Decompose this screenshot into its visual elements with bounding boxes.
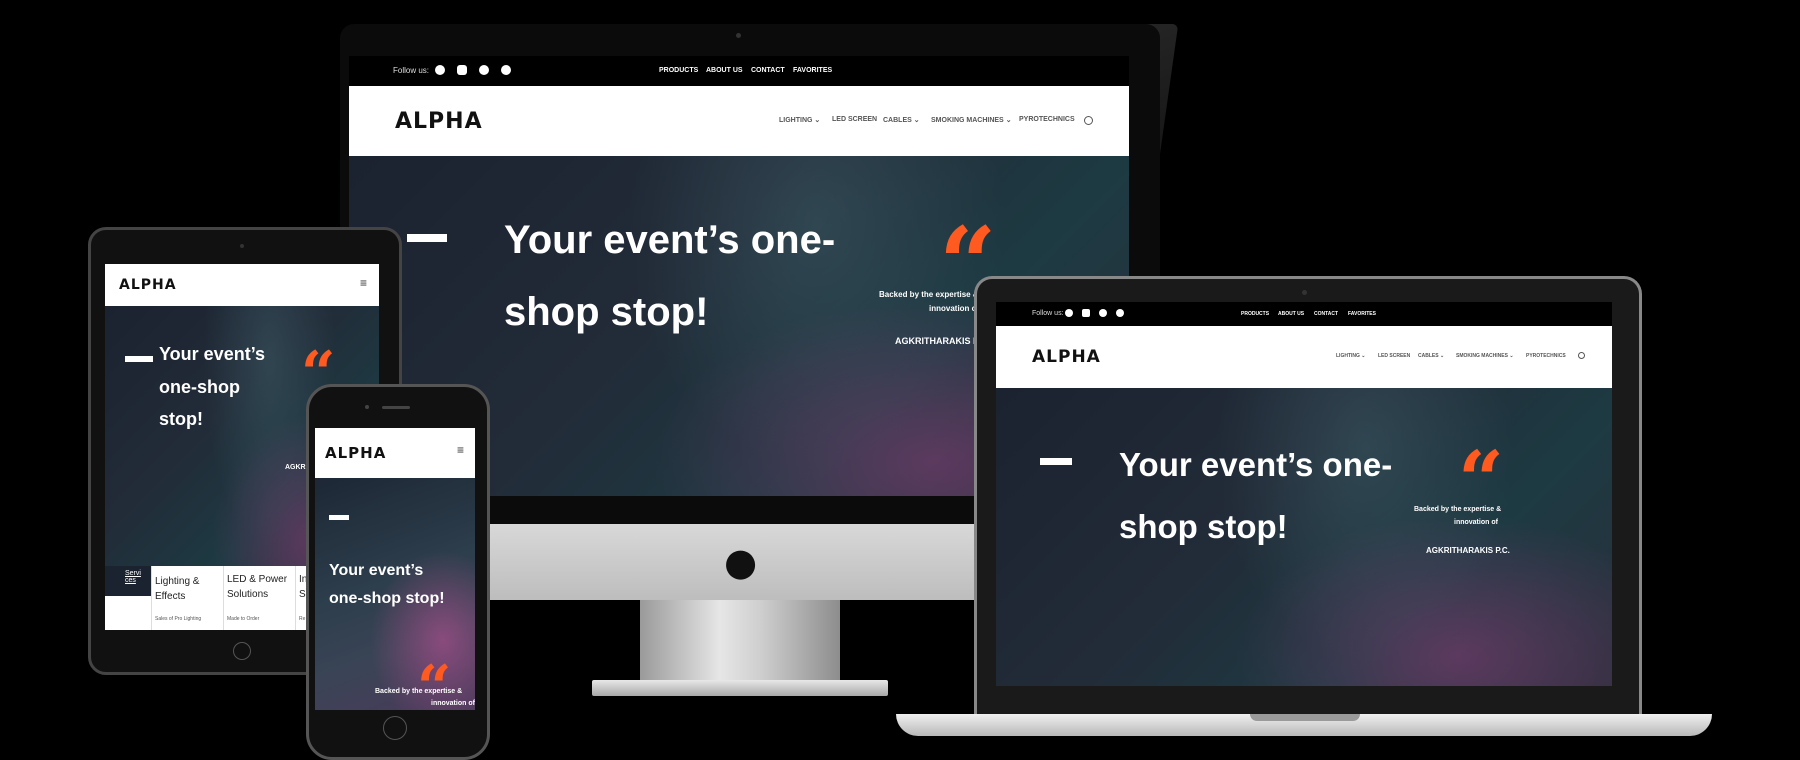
tablet-headline-line1: Your event’s	[159, 344, 266, 364]
instagram-icon[interactable]	[1082, 309, 1090, 317]
backed-text-line2: innovation of	[929, 304, 980, 313]
hamburger-menu-icon[interactable]: ≡	[360, 276, 367, 290]
laptop-screen: Follow us: PRODUCTS ABOUT US CONTACT FAV…	[996, 302, 1612, 686]
laptop-hero: Your event’s one- shop stop! “ Backed by…	[996, 388, 1612, 686]
tablet-services-label-box: Servi ces	[105, 566, 151, 596]
nav-cables[interactable]: CABLES ⌄	[1418, 353, 1444, 359]
laptop-hero-dash	[1040, 458, 1072, 465]
hero-headline-line1: Your event’s one-	[504, 218, 836, 262]
tablet-card-sub: Made to Order	[227, 616, 260, 622]
phone-backed-line1: Backed by the expertise &	[375, 688, 463, 695]
phone-home-button[interactable]	[383, 716, 407, 740]
laptop-backed-line1: Backed by the expertise &	[1414, 506, 1502, 513]
tablet-card-title: LED & Power Solutions	[227, 574, 288, 600]
tablet-headline-line3: stop!	[159, 409, 203, 429]
top-nav-contact[interactable]: CONTACT	[1314, 311, 1338, 317]
search-icon[interactable]	[1084, 116, 1093, 125]
laptop-backed-company: AGKRITHARAKIS P.C.	[1426, 546, 1510, 555]
tablet-card-sub: Sales of Pro Lighting	[155, 616, 202, 622]
tablet-services-label[interactable]: Servi ces	[125, 570, 147, 584]
phone-screen: ALPHA ≡ Your event’s one-shop stop! “ Ba…	[315, 428, 475, 710]
nav-lighting[interactable]: LIGHTING ⌄	[1336, 353, 1365, 359]
imac-base	[592, 680, 888, 696]
tablet-home-button[interactable]	[233, 642, 251, 660]
header: ALPHA LIGHTING ⌄ LED SCREEN CABLES ⌄ SMO…	[349, 86, 1129, 156]
pinterest-icon[interactable]	[1099, 309, 1107, 317]
laptop-header: ALPHA LIGHTING ⌄ LED SCREEN CABLES ⌄ SMO…	[996, 326, 1612, 388]
phone-camera	[365, 405, 369, 409]
phone-backed-line2: innovation of	[431, 700, 475, 707]
tablet-headline-line2: one-shop	[159, 377, 240, 397]
site-logo[interactable]: ALPHA	[395, 109, 483, 134]
tablet-card-title: Lighting & Effects	[155, 576, 200, 602]
chevron-down-icon: ⌄	[1509, 353, 1514, 359]
tablet-header: ALPHA ≡	[105, 264, 379, 306]
laptop-top-bar: Follow us: PRODUCTS ABOUT US CONTACT FAV…	[996, 302, 1612, 326]
imac-stand	[640, 600, 840, 680]
phone-headline-line2: one-shop stop!	[329, 590, 445, 607]
tablet-logo[interactable]: ALPHA	[119, 277, 177, 293]
chevron-down-icon: ⌄	[1005, 117, 1012, 124]
phone-speaker	[382, 406, 410, 409]
chevron-down-icon: ⌄	[1361, 353, 1366, 359]
top-nav-favorites[interactable]: FAVORITES	[1348, 311, 1376, 317]
laptop-follow-us-label: Follow us:	[1032, 310, 1064, 317]
nav-pyrotechnics[interactable]: PYROTECHNICS	[1526, 353, 1566, 359]
nav-pyrotechnics[interactable]: PYROTECHNICS	[1019, 116, 1075, 123]
phone-hero: Your event’s one-shop stop! “ Backed by …	[315, 478, 475, 710]
tablet-card-sub: Re	[299, 616, 306, 622]
whatsapp-icon[interactable]	[501, 65, 511, 75]
phone-header: ALPHA ≡	[315, 428, 475, 478]
tablet-card[interactable]: Lighting & Effects Sales of Pro Lighting	[151, 566, 224, 630]
laptop-logo[interactable]: ALPHA	[1032, 347, 1101, 367]
apple-icon: ●	[724, 540, 758, 584]
hero-dash	[407, 234, 447, 242]
nav-smoking-machines[interactable]: SMOKING MACHINES ⌄	[931, 116, 1012, 124]
top-nav-products[interactable]: PRODUCTS	[1241, 311, 1269, 317]
laptop-headline-line2: shop stop!	[1119, 508, 1288, 545]
follow-us-label: Follow us:	[393, 66, 430, 75]
laptop-backed-line2: innovation of	[1454, 519, 1498, 526]
laptop-headline-line1: Your event’s one-	[1119, 446, 1393, 483]
nav-lighting[interactable]: LIGHTING ⌄	[779, 116, 820, 124]
phone-logo[interactable]: ALPHA	[325, 444, 386, 462]
tablet-hero-dash	[125, 356, 153, 362]
tablet-camera	[240, 244, 244, 248]
nav-led-screen[interactable]: LED SCREEN	[1378, 353, 1410, 359]
imac-camera	[736, 33, 741, 38]
top-nav-products[interactable]: PRODUCTS	[659, 67, 698, 74]
chevron-down-icon: ⌄	[913, 117, 920, 124]
chevron-down-icon: ⌄	[814, 117, 821, 124]
facebook-icon[interactable]	[1065, 309, 1073, 317]
top-nav-about[interactable]: ABOUT US	[706, 67, 743, 74]
top-nav-about[interactable]: ABOUT US	[1278, 311, 1304, 317]
backed-text-line1: Backed by the expertise &	[879, 290, 979, 299]
nav-cables[interactable]: CABLES ⌄	[883, 116, 920, 124]
phone-hero-dash	[329, 515, 349, 520]
search-icon[interactable]	[1578, 352, 1585, 359]
whatsapp-icon[interactable]	[1116, 309, 1124, 317]
tablet-card[interactable]: LED & Power Solutions Made to Order	[223, 566, 296, 630]
facebook-icon[interactable]	[435, 65, 445, 75]
pinterest-icon[interactable]	[479, 65, 489, 75]
hamburger-menu-icon[interactable]: ≡	[457, 443, 464, 457]
hero-headline-line2: shop stop!	[504, 290, 709, 334]
chevron-down-icon: ⌄	[1439, 353, 1445, 359]
instagram-icon[interactable]	[457, 65, 467, 75]
nav-smoking-machines[interactable]: SMOKING MACHINES ⌄	[1456, 353, 1514, 359]
top-bar: Follow us: PRODUCTS ABOUT US CONTACT FAV…	[349, 56, 1129, 86]
nav-led-screen[interactable]: LED SCREEN	[832, 116, 877, 123]
top-nav-contact[interactable]: CONTACT	[751, 67, 785, 74]
laptop-notch	[1250, 714, 1360, 721]
laptop-camera	[1302, 290, 1307, 295]
top-nav-favorites[interactable]: FAVORITES	[793, 67, 832, 74]
phone-headline-line1: Your event’s	[329, 562, 424, 579]
